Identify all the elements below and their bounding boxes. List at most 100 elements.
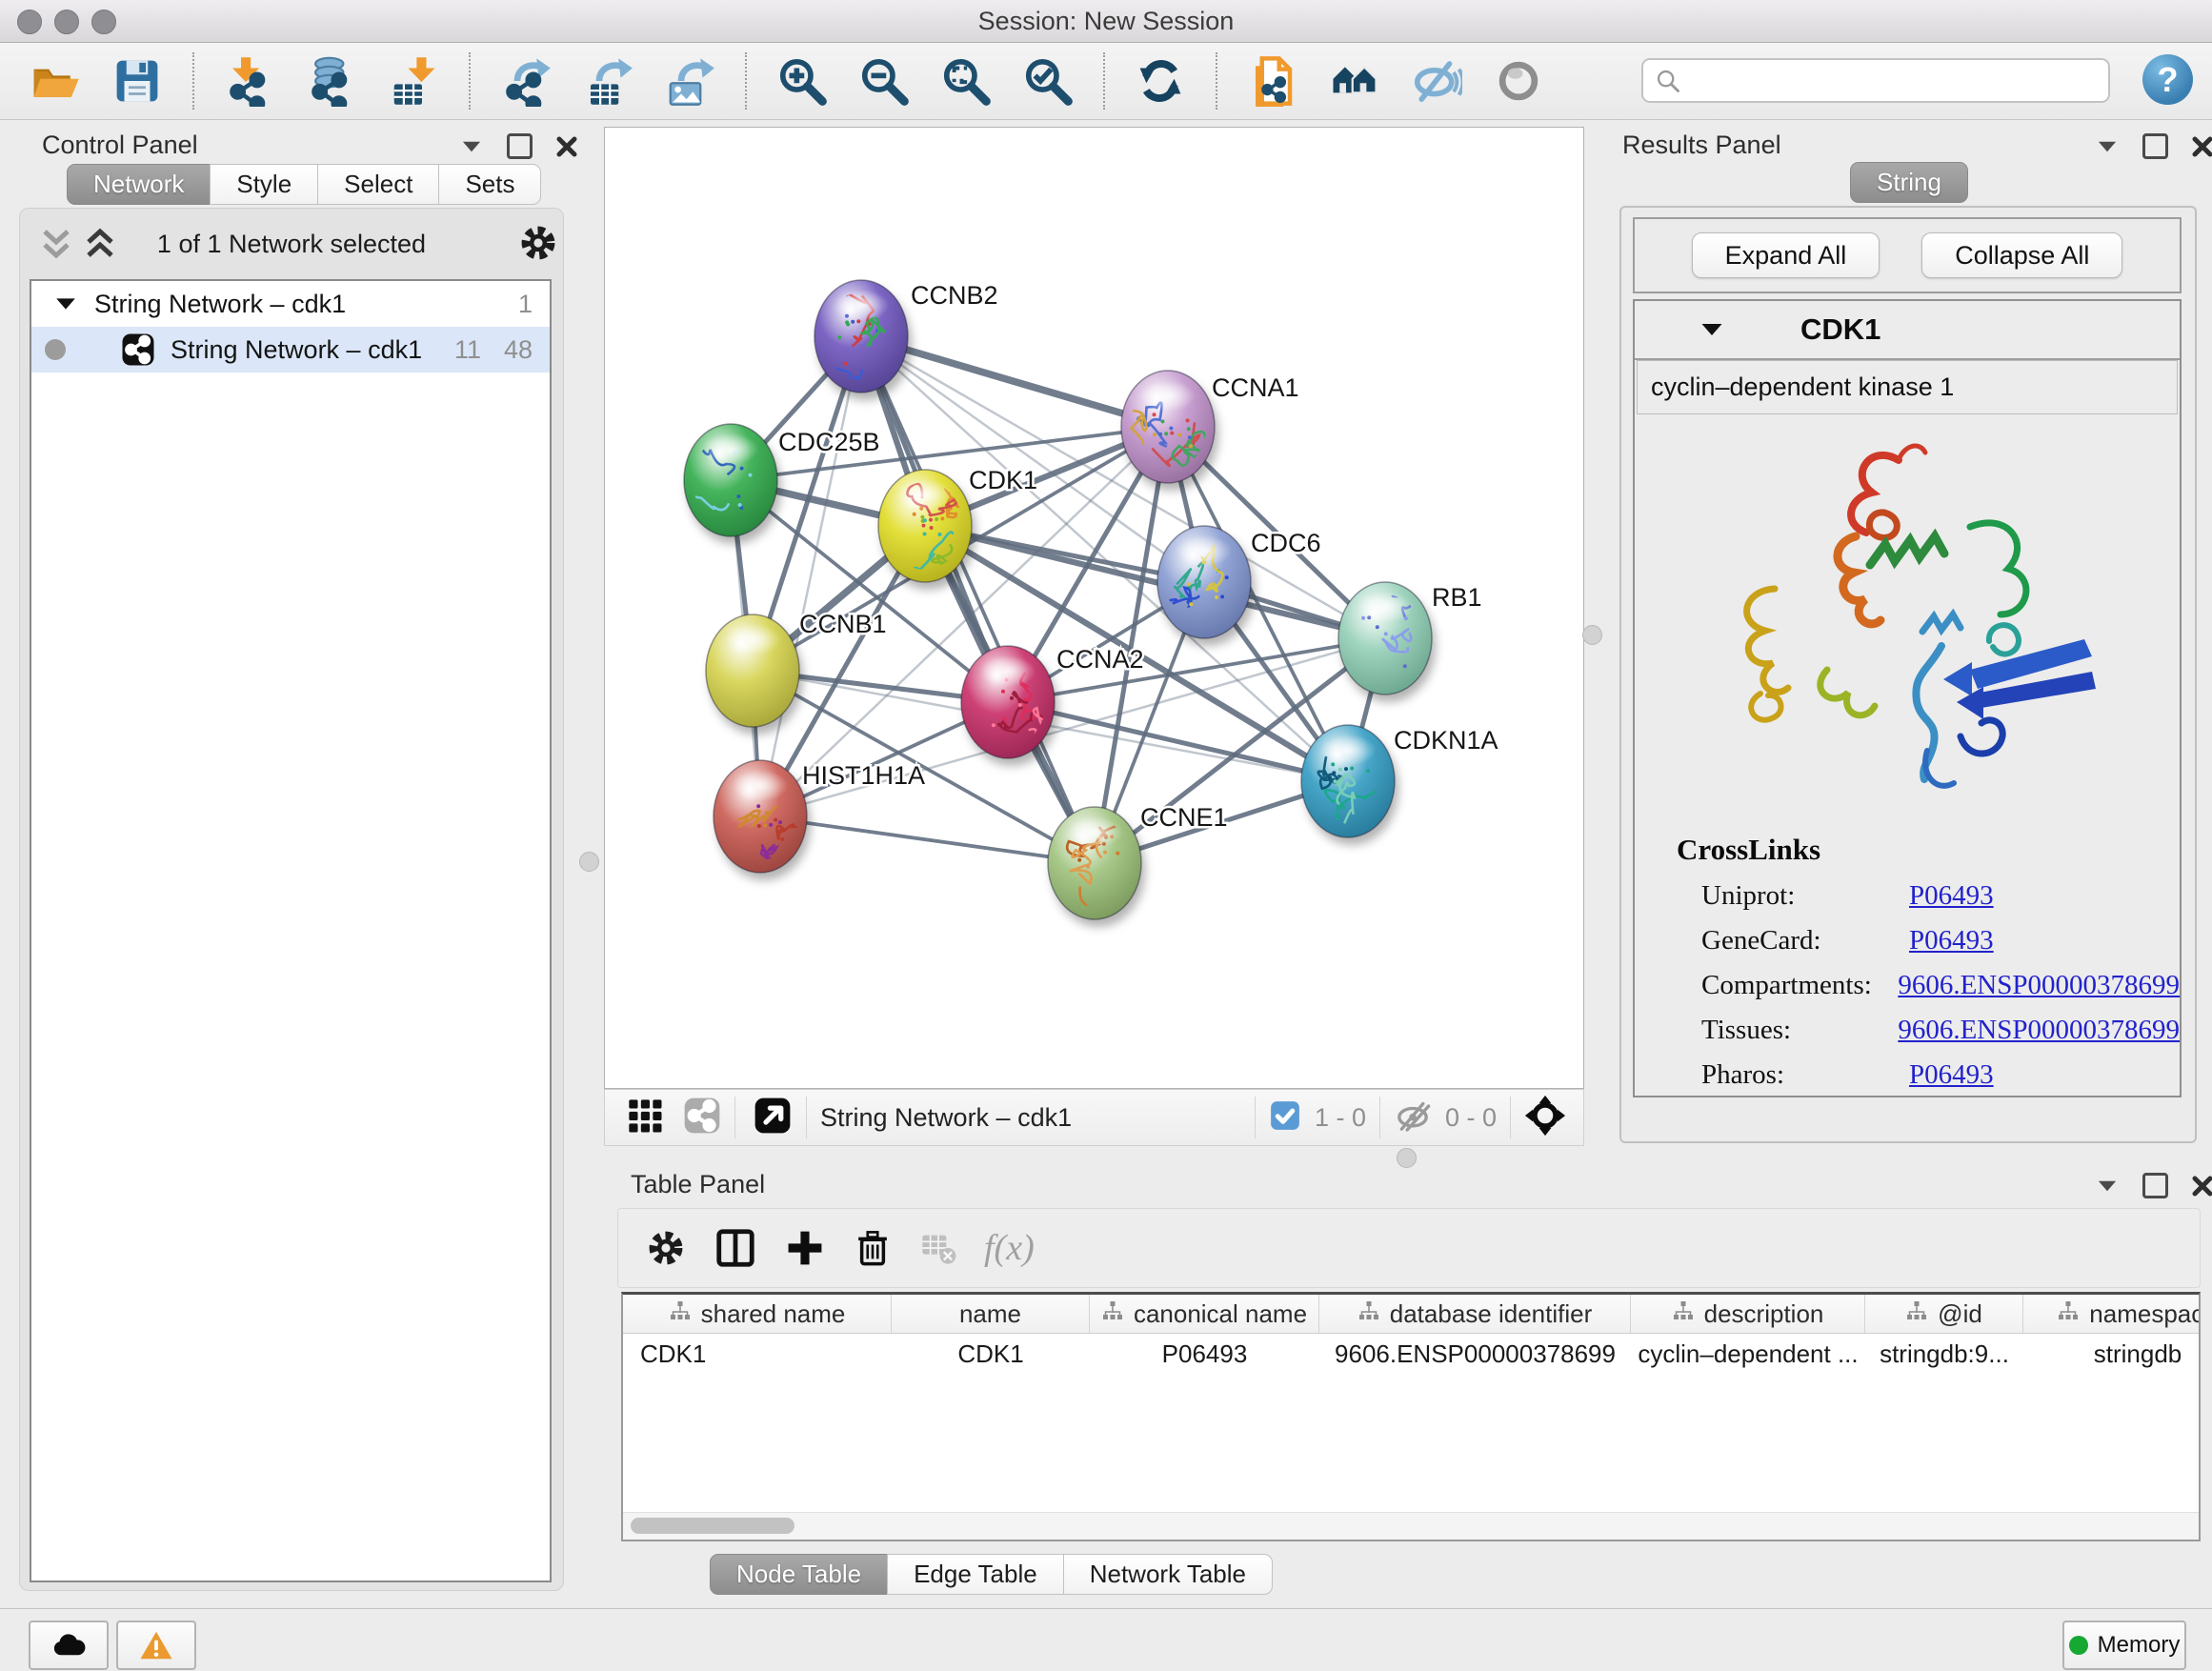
gene-collapse-caret-icon[interactable] — [1698, 317, 1726, 342]
column-header-canonical-name[interactable]: canonical name — [1090, 1295, 1319, 1333]
tab-string[interactable]: String — [1850, 162, 1968, 203]
memory-button[interactable]: Memory — [2062, 1621, 2186, 1670]
show-orb-icon[interactable] — [1492, 54, 1545, 108]
tab-select[interactable]: Select — [317, 164, 439, 205]
select-columns-icon[interactable] — [714, 1226, 757, 1270]
import-database-icon[interactable] — [305, 54, 358, 108]
gene-entry-header[interactable]: CDK1 — [1635, 301, 2180, 360]
control-panel-close-icon[interactable] — [555, 135, 578, 158]
toolbar-divider — [469, 52, 471, 110]
string-share-icon[interactable] — [683, 1097, 721, 1139]
import-network-icon[interactable] — [223, 54, 276, 108]
export-network-icon[interactable] — [499, 54, 553, 108]
refresh-icon[interactable] — [1134, 54, 1187, 108]
network-edge-count: 48 — [504, 335, 533, 365]
network-edge[interactable] — [760, 336, 861, 816]
crosslink-label: Uniprot: — [1701, 880, 1909, 912]
column-header-name[interactable]: name — [892, 1295, 1090, 1333]
tab-style[interactable]: Style — [210, 164, 318, 205]
gene-entry-card: CDK1 cyclin–dependent kinase 1 — [1633, 299, 2182, 1097]
zoom-selected-icon[interactable] — [1021, 54, 1075, 108]
crosslinks-title: CrossLinks — [1677, 833, 2180, 867]
string-results-container: Expand All Collapse All CDK1 cyclin–depe… — [1619, 206, 2197, 1143]
tab-node-table[interactable]: Node Table — [710, 1554, 888, 1595]
scrollbar-thumb[interactable] — [631, 1518, 794, 1534]
table-cell[interactable]: P06493 — [1090, 1334, 1319, 1374]
zoom-fit-icon[interactable] — [939, 54, 993, 108]
control-panel-float-icon[interactable] — [507, 133, 533, 159]
crosslink-link[interactable]: 9606.ENSP00000378699 — [1898, 970, 2180, 1001]
table-cell[interactable]: CDK1 — [623, 1334, 892, 1374]
zoom-out-icon[interactable] — [857, 54, 911, 108]
column-header-database-identifier[interactable]: database identifier — [1319, 1295, 1631, 1333]
network-options-gear-icon[interactable] — [517, 222, 559, 269]
open-in-new-icon[interactable] — [753, 1096, 793, 1140]
save-session-icon[interactable] — [111, 54, 164, 108]
table-cell[interactable]: CDK1 — [892, 1334, 1090, 1374]
hidden-eye-slash-icon[interactable] — [1394, 1097, 1432, 1139]
hidden-node-edge-counts: 0 - 0 — [1445, 1103, 1497, 1133]
tab-edge-table[interactable]: Edge Table — [887, 1554, 1064, 1595]
export-image-icon[interactable] — [663, 54, 716, 108]
add-column-icon[interactable] — [784, 1227, 826, 1269]
tree-column-icon — [1905, 1299, 1928, 1329]
results-panel-close-icon[interactable] — [2191, 135, 2212, 158]
results-panel-menu-icon[interactable] — [2095, 136, 2120, 157]
network-canvas[interactable]: CCNB2CCNA1CDC25BCDK1CDC6RB1CCNB1CCNA2CDK… — [604, 127, 1584, 1089]
collection-expand-caret-icon[interactable] — [52, 292, 79, 315]
control-panel-menu-icon[interactable] — [459, 136, 484, 157]
open-session-icon[interactable] — [29, 54, 82, 108]
search-input[interactable] — [1681, 66, 2108, 95]
horizontal-splitter-handle[interactable] — [1397, 1148, 1417, 1168]
string-document-icon[interactable] — [1246, 54, 1299, 108]
network-row-selected[interactable]: String Network – cdk1 11 48 — [31, 327, 550, 372]
tab-network[interactable]: Network — [67, 164, 211, 205]
table-settings-gear-icon[interactable] — [645, 1227, 687, 1269]
crosslink-link[interactable]: P06493 — [1909, 1059, 1994, 1091]
column-header-description[interactable]: description — [1631, 1295, 1865, 1333]
right-splitter-handle[interactable] — [1582, 625, 1602, 645]
help-button[interactable]: ? — [2142, 54, 2193, 105]
table-row[interactable]: CDK1CDK1P064939606.ENSP00000378699cyclin… — [623, 1334, 2199, 1374]
collapse-all-button[interactable]: Collapse All — [1921, 232, 2122, 278]
network-collection-row[interactable]: String Network – cdk1 1 — [31, 281, 550, 327]
crosslink-link[interactable]: P06493 — [1909, 925, 1994, 956]
zoom-in-icon[interactable] — [775, 54, 829, 108]
left-splitter-handle[interactable] — [579, 852, 599, 872]
table-horizontal-scrollbar[interactable] — [623, 1512, 2199, 1540]
export-table-icon[interactable] — [581, 54, 634, 108]
search-box[interactable] — [1641, 58, 2110, 103]
tree-column-icon — [2057, 1299, 2080, 1329]
column-header-shared-name[interactable]: shared name — [623, 1295, 892, 1333]
delete-column-trash-icon[interactable] — [853, 1228, 893, 1268]
crosslink-link[interactable]: 9606.ENSP00000378699 — [1898, 1015, 2180, 1046]
table-cell[interactable]: stringdb:9... — [1865, 1334, 2023, 1374]
homology-models-icon[interactable] — [1328, 54, 1381, 108]
table-cell[interactable]: cyclin–dependent ... — [1631, 1334, 1865, 1374]
network-node-count: 11 — [454, 335, 481, 365]
import-table-icon[interactable] — [387, 54, 440, 108]
column-header-namespace[interactable]: namespace — [2023, 1295, 2201, 1333]
crosslink-link[interactable]: P06493 — [1909, 880, 1994, 912]
function-builder-icon[interactable]: f(x) — [984, 1227, 1035, 1269]
crosslink-row: Tissues:9606.ENSP00000378699 — [1701, 1015, 2180, 1046]
table-panel-menu-icon[interactable] — [2095, 1176, 2120, 1197]
hide-glasses-icon[interactable] — [1410, 54, 1463, 108]
tab-network-table[interactable]: Network Table — [1063, 1554, 1273, 1595]
table-cell[interactable]: stringdb — [2023, 1334, 2201, 1374]
table-panel-close-icon[interactable] — [2191, 1175, 2212, 1198]
selected-checkbox-icon[interactable] — [1269, 1099, 1301, 1137]
delete-table-icon[interactable] — [919, 1229, 957, 1267]
tab-sets[interactable]: Sets — [438, 164, 541, 205]
column-header-@id[interactable]: @id — [1865, 1295, 2023, 1333]
expand-all-button[interactable]: Expand All — [1692, 232, 1880, 278]
tree-column-icon — [1357, 1299, 1380, 1329]
birdseye-grid-icon[interactable] — [626, 1097, 664, 1139]
warning-button[interactable] — [116, 1621, 196, 1670]
cloud-button[interactable] — [29, 1621, 109, 1670]
collection-count: 1 — [518, 290, 533, 319]
table-cell[interactable]: 9606.ENSP00000378699 — [1319, 1334, 1631, 1374]
table-panel-float-icon[interactable] — [2142, 1173, 2168, 1198]
pan-crosshair-icon[interactable] — [1524, 1095, 1566, 1141]
results-panel-float-icon[interactable] — [2142, 133, 2168, 159]
